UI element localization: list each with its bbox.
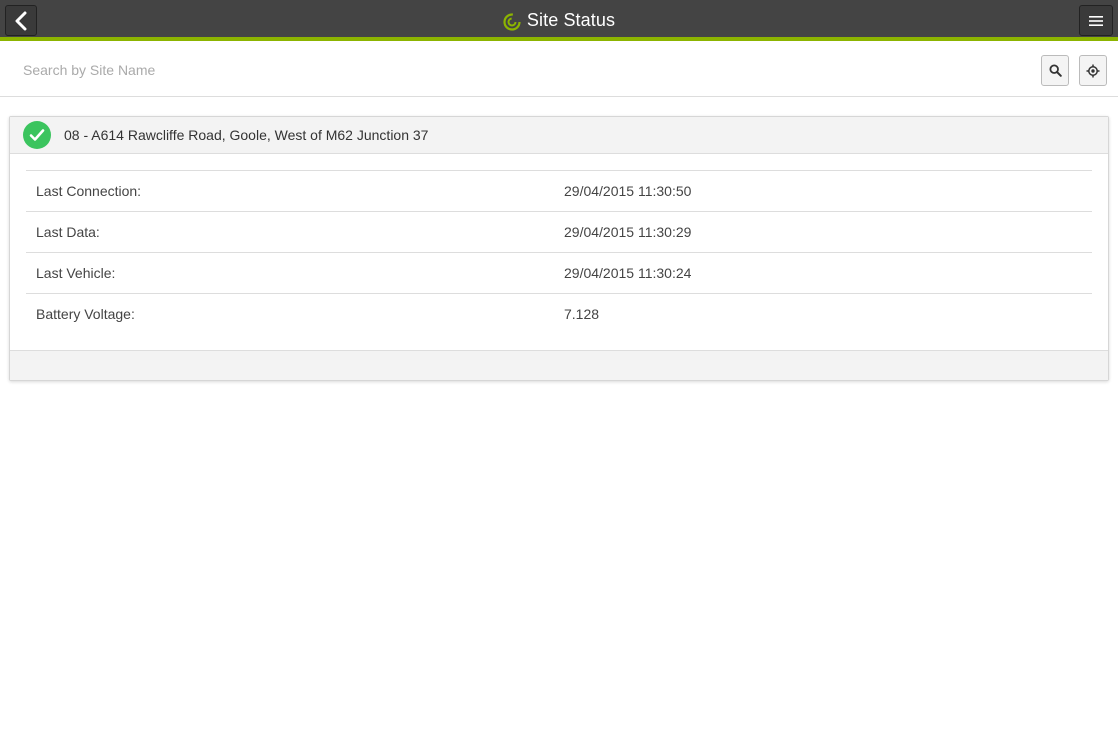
detail-label: Last Connection: [36, 183, 142, 199]
search-bar [0, 45, 1118, 97]
app-logo-icon [503, 12, 521, 31]
chevron-left-icon [15, 11, 27, 30]
crosshair-location-icon [1086, 64, 1100, 77]
detail-row-last-data: Last Data: 29/04/2015 11:30:29 [26, 211, 1092, 253]
search-input[interactable] [12, 55, 1022, 85]
detail-value: 29/04/2015 11:30:29 [554, 211, 1092, 253]
site-card-footer [10, 350, 1108, 380]
detail-value: 29/04/2015 11:30:24 [554, 252, 1092, 294]
top-app-bar: Site Status [0, 0, 1118, 41]
detail-label: Last Vehicle: [26, 252, 554, 294]
detail-row-last-vehicle: Last Vehicle: 29/04/2015 11:30:24 [26, 252, 1092, 294]
site-details-table: Last Connection: 29/04/2015 11:30:50 Las… [26, 170, 1092, 335]
checkmark-icon [29, 129, 45, 141]
site-name: 08 - A614 Rawcliffe Road, Goole, West of… [64, 127, 429, 143]
detail-value: 29/04/2015 11:30:50 [564, 183, 692, 199]
detail-row-battery-voltage: Battery Voltage: 7.128 [26, 293, 1092, 335]
status-ok-badge [23, 121, 51, 149]
site-status-card: 08 - A614 Rawcliffe Road, Goole, West of… [9, 116, 1109, 381]
search-icon [1048, 64, 1062, 77]
menu-button[interactable] [1079, 5, 1113, 36]
detail-label: Last Data: [26, 211, 554, 253]
page-title: Site Status [526, 10, 616, 30]
back-button[interactable] [5, 5, 37, 36]
site-details: Last Connection: 29/04/2015 11:30:50 Las… [10, 154, 1108, 350]
site-card-header[interactable]: 08 - A614 Rawcliffe Road, Goole, West of… [10, 117, 1108, 154]
detail-row-last-connection: Last Connection: 29/04/2015 11:30:50 [26, 171, 1092, 212]
detail-label: Battery Voltage: [26, 293, 554, 335]
search-button[interactable] [1041, 55, 1069, 86]
locate-me-button[interactable] [1079, 55, 1107, 86]
hamburger-menu-icon [1089, 15, 1103, 26]
detail-value: 7.128 [554, 293, 1092, 335]
